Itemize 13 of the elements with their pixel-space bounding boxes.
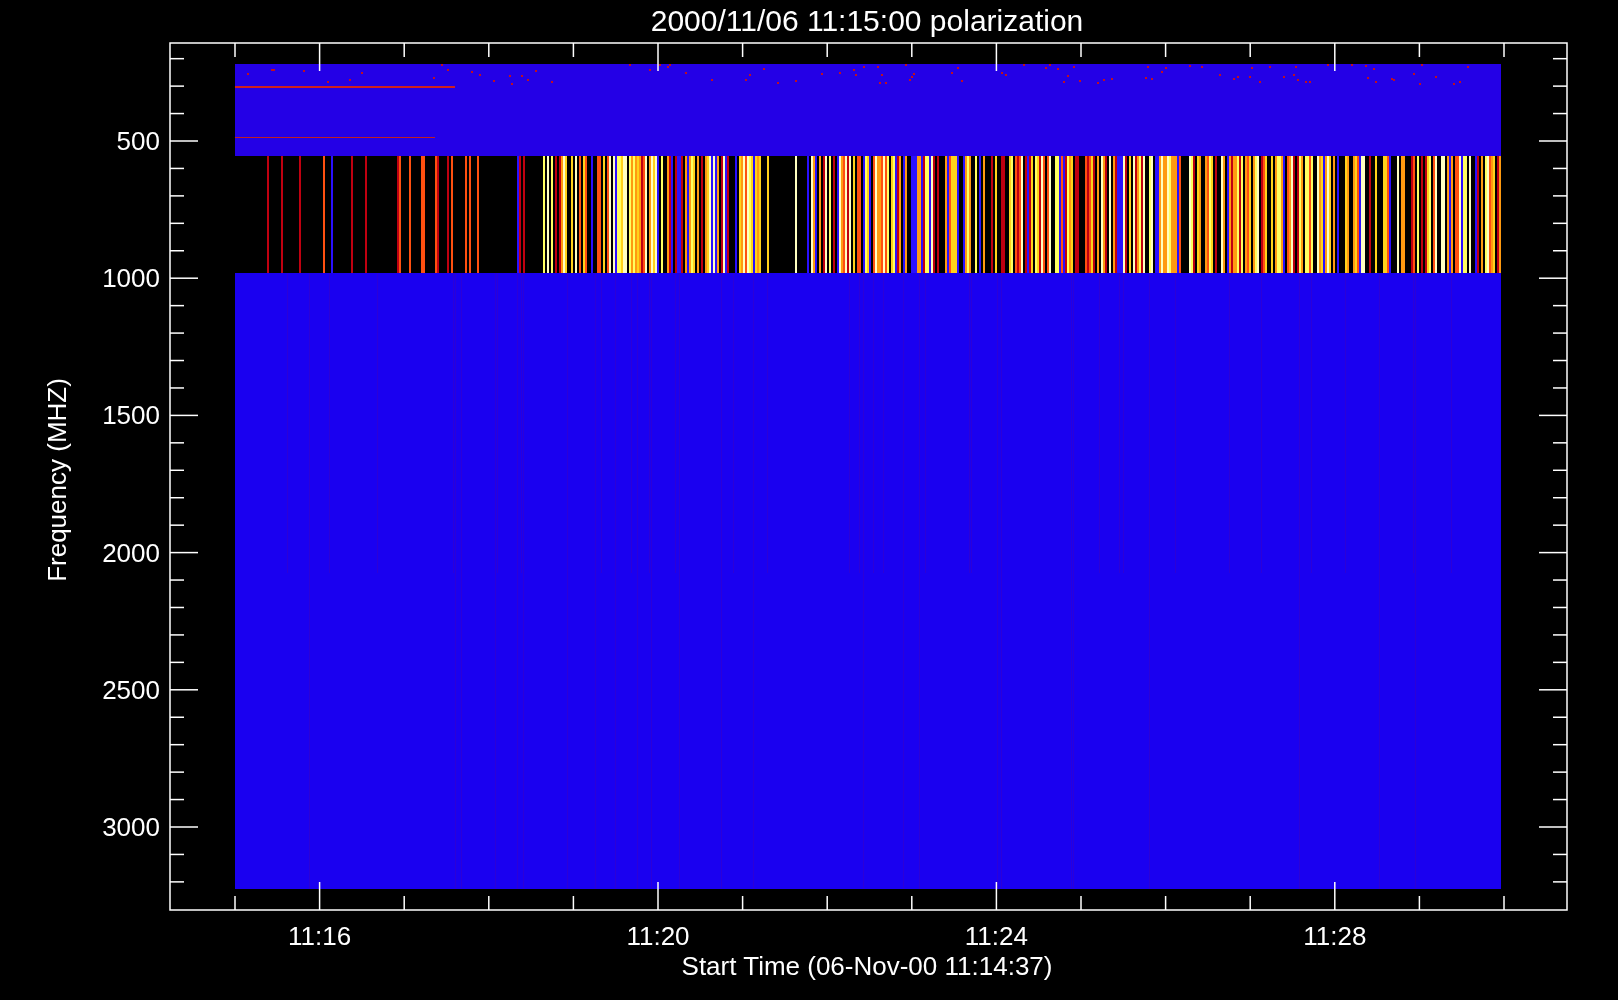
y-tick-label: 3000 xyxy=(102,812,160,842)
plot-title: 2000/11/06 11:15:00 polarization xyxy=(650,4,1084,37)
x-tick-label: 11:20 xyxy=(626,921,690,951)
y-axis-title: Frequency (MHZ) xyxy=(42,378,72,582)
x-axis-title: Start Time (06-Nov-00 11:14:37) xyxy=(681,951,1053,981)
y-tick-label: 1500 xyxy=(102,400,160,431)
y-tick-label: 1000 xyxy=(102,263,160,294)
y-tick-label: 2000 xyxy=(102,537,160,568)
x-tick-label: 11:24 xyxy=(964,921,1028,951)
y-tick-label: 500 xyxy=(116,126,160,156)
y-tick-label: 2500 xyxy=(102,674,160,705)
x-tick-label: 11:16 xyxy=(288,921,352,951)
x-tick-label: 11:28 xyxy=(1303,921,1367,951)
